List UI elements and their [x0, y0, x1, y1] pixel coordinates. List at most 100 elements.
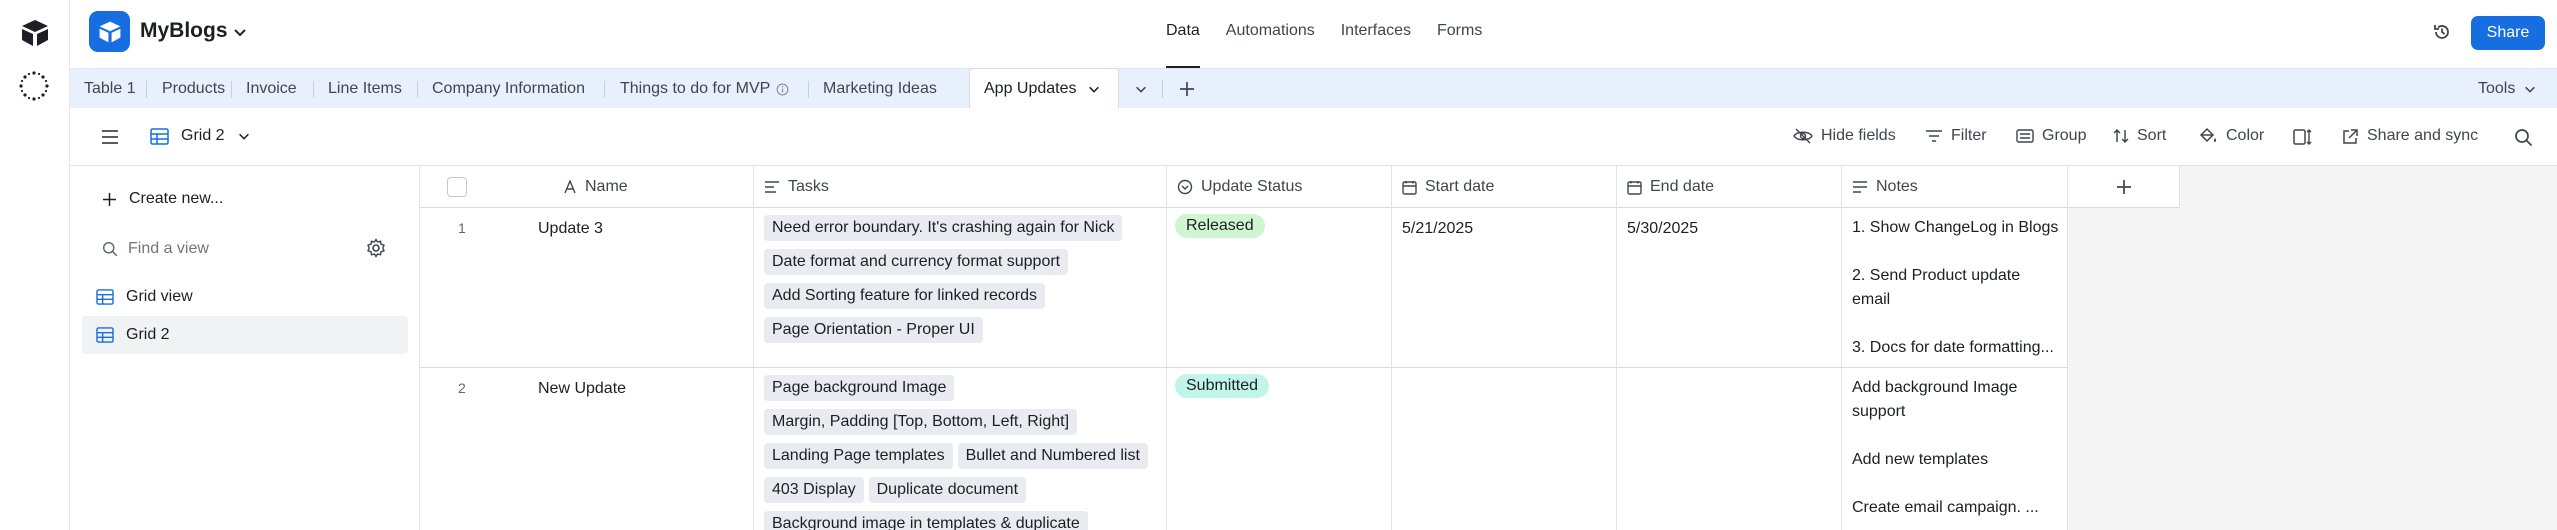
tab-app-updates[interactable]: App Updates	[969, 68, 1119, 109]
header-update-status[interactable]: Update Status	[1167, 166, 1392, 208]
start-date-cell[interactable]: 5/21/2025	[1392, 208, 1617, 367]
task-chip[interactable]: Page background Image	[764, 375, 955, 401]
column-label: Tasks	[788, 178, 829, 195]
nav-data[interactable]: Data	[1166, 22, 1200, 68]
hide-fields-label: Hide fields	[1821, 127, 1896, 144]
note-line: 1. Show ChangeLog in Blogs	[1852, 219, 2059, 236]
home-logo-icon[interactable]	[19, 18, 51, 48]
chevron-down-icon[interactable]	[1087, 82, 1101, 96]
nav-interfaces[interactable]: Interfaces	[1341, 22, 1411, 68]
tab-invoice[interactable]: Invoice	[232, 69, 314, 109]
view-name: Grid 2	[181, 127, 225, 144]
add-table-icon[interactable]	[1178, 80, 1196, 98]
data-grid: Name Tasks Update Status Start date End …	[420, 166, 2557, 530]
all-tables-chevron-icon[interactable]	[1134, 82, 1148, 96]
name-cell[interactable]: 2 New Update	[420, 368, 754, 530]
app-rail	[0, 0, 70, 530]
note-line	[1852, 312, 2067, 336]
end-date-cell[interactable]	[1617, 368, 1842, 530]
status-cell[interactable]: Released	[1167, 208, 1392, 367]
task-chip[interactable]: Background image in templates & duplicat…	[764, 511, 1088, 530]
sort-button[interactable]: Sort	[2113, 127, 2166, 145]
task-chip[interactable]: Date format and currency format support	[764, 249, 1069, 275]
share-button[interactable]: Share	[2471, 16, 2545, 50]
share-and-sync-button[interactable]: Share and sync	[2342, 127, 2478, 145]
group-button[interactable]: Group	[2016, 127, 2086, 145]
sidebar-view-grid-2[interactable]: Grid 2	[82, 316, 408, 354]
sort-label: Sort	[2137, 127, 2167, 144]
notes-cell[interactable]: 1. Show ChangeLog in Blogs 2. Send Produ…	[1842, 208, 2068, 367]
name-cell[interactable]: 1 Update 3	[420, 208, 754, 367]
sidebar-view-grid-view[interactable]: Grid view	[82, 278, 408, 316]
task-chip[interactable]: Add Sorting feature for linked records	[764, 283, 1046, 309]
column-label: Notes	[1876, 178, 1918, 195]
notes-cell[interactable]: Add background Image support Add new tem…	[1842, 368, 2068, 530]
task-chip[interactable]: Landing Page templates	[764, 443, 953, 469]
plus-icon	[2116, 180, 2131, 194]
tab-line-items[interactable]: Line Items	[314, 69, 418, 109]
task-chip[interactable]: Bullet and Numbered list	[957, 443, 1148, 469]
hamburger-menu-icon[interactable]	[101, 129, 119, 145]
task-chip[interactable]: Duplicate document	[868, 477, 1027, 503]
nav-automations[interactable]: Automations	[1226, 22, 1315, 68]
end-date-cell[interactable]: 5/30/2025	[1617, 208, 1842, 367]
gear-icon[interactable]	[366, 238, 386, 258]
status-badge: Released	[1175, 214, 1265, 238]
tab-marketing-ideas[interactable]: Marketing Ideas	[809, 69, 939, 109]
row-height-icon[interactable]	[2293, 128, 2313, 146]
note-line: Add background Image	[1852, 379, 2018, 396]
filter-button[interactable]: Filter	[1925, 127, 1987, 145]
add-field-button[interactable]	[2068, 166, 2180, 208]
chevron-down-icon[interactable]	[232, 24, 248, 40]
header-end-date[interactable]: End date	[1617, 166, 1842, 208]
column-label: Update Status	[1201, 178, 1303, 195]
tools-menu[interactable]: Tools	[2478, 80, 2537, 98]
group-icon	[2016, 129, 2034, 143]
view-switcher[interactable]: Grid 2	[150, 127, 251, 145]
find-view-input[interactable]	[128, 240, 328, 258]
group-label: Group	[2042, 127, 2087, 144]
search-icon[interactable]	[2514, 128, 2533, 147]
linked-record-icon	[765, 181, 779, 193]
header-notes[interactable]: Notes	[1842, 166, 2068, 208]
find-view-field[interactable]	[102, 236, 392, 262]
tab-things-to-do-for-mvp[interactable]: Things to do for MVP	[605, 69, 809, 109]
note-line: email	[1852, 291, 1891, 308]
color-button[interactable]: Color	[2198, 127, 2264, 145]
note-line: 2. Send Product update	[1852, 267, 2021, 284]
hide-fields-button[interactable]: Hide fields	[1793, 127, 1896, 145]
paint-bucket-icon	[2199, 127, 2217, 143]
table-row[interactable]: 1 Update 3 Need error boundary. It's cra…	[420, 208, 2068, 368]
create-new-view-button[interactable]: Create new...	[102, 190, 223, 208]
tools-label: Tools	[2478, 80, 2516, 97]
task-chip[interactable]: Page Orientation - Proper UI	[764, 317, 983, 343]
top-bar: MyBlogs Data Automations Interfaces Form…	[70, 0, 2557, 68]
column-label: Name	[585, 178, 628, 195]
select-all-checkbox[interactable]	[447, 177, 467, 197]
task-chip[interactable]: Margin, Padding [Top, Bottom, Left, Righ…	[764, 409, 1078, 435]
tab-company-information[interactable]: Company Information	[418, 69, 605, 109]
start-date-cell[interactable]	[1392, 368, 1617, 530]
share-and-sync-label: Share and sync	[2367, 127, 2479, 144]
header-start-date[interactable]: Start date	[1392, 166, 1617, 208]
tab-table-1[interactable]: Table 1	[84, 69, 147, 109]
status-badge: Submitted	[1175, 374, 1270, 398]
header-tasks[interactable]: Tasks	[754, 166, 1167, 208]
base-icon[interactable]	[89, 11, 130, 52]
base-name[interactable]: MyBlogs	[140, 19, 228, 43]
chevron-down-icon	[238, 133, 249, 140]
column-label: Start date	[1425, 178, 1495, 195]
tab-products[interactable]: Products	[147, 69, 232, 109]
loading-spinner-icon	[19, 71, 49, 101]
nav-forms[interactable]: Forms	[1437, 22, 1482, 68]
history-icon[interactable]	[2432, 22, 2452, 42]
tasks-cell[interactable]: Page background Image Margin, Padding [T…	[754, 368, 1167, 530]
tasks-cell[interactable]: Need error boundary. It's crashing again…	[754, 208, 1167, 367]
task-chip[interactable]: Need error boundary. It's crashing again…	[764, 215, 1123, 241]
task-chip[interactable]: 403 Display	[764, 477, 864, 503]
status-cell[interactable]: Submitted	[1167, 368, 1392, 530]
view-label: Grid view	[126, 288, 193, 305]
header-name[interactable]: Name	[420, 166, 754, 208]
long-text-icon	[1853, 181, 1867, 193]
table-row[interactable]: 2 New Update Page background Image Margi…	[420, 368, 2068, 530]
